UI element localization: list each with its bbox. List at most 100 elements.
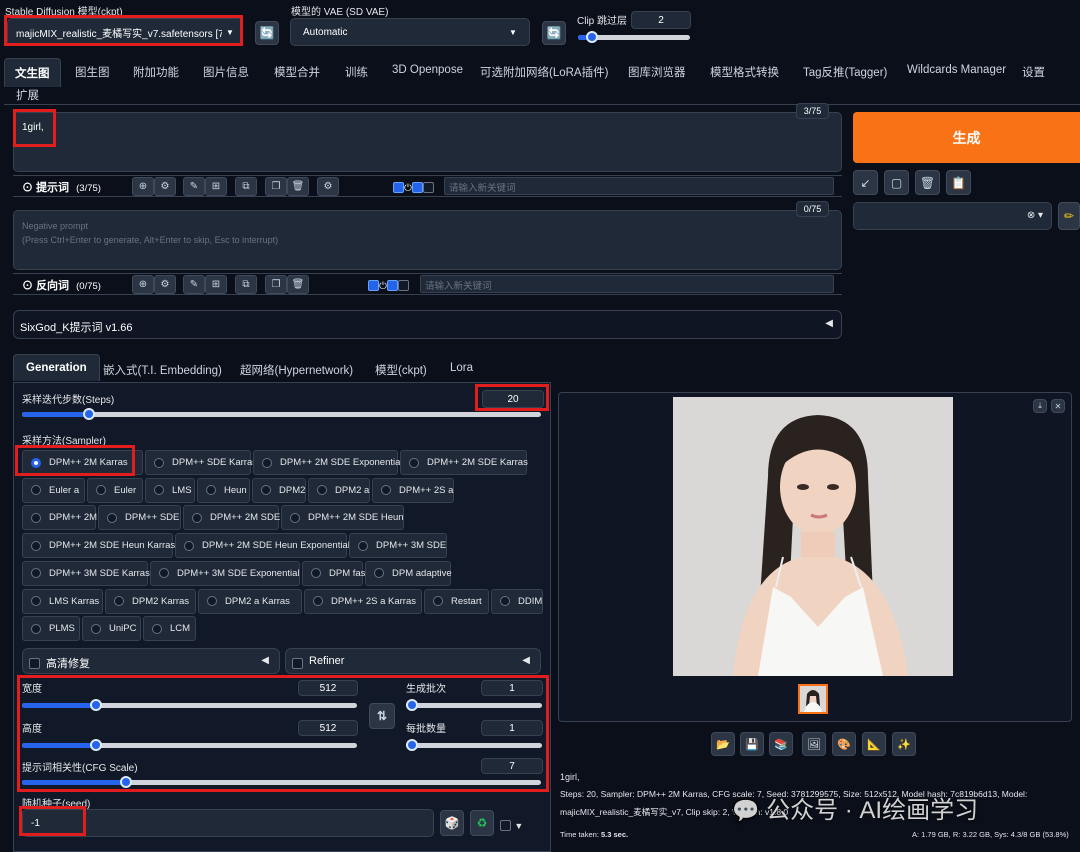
copy-icon[interactable]: ⧉ — [235, 177, 257, 196]
radio-dot[interactable] — [261, 485, 271, 496]
sparkle-button[interactable]: ✨ — [892, 732, 916, 756]
recycle-button[interactable]: ♻ — [470, 810, 494, 836]
hires-accordion[interactable]: 高清修复 ◀ — [22, 648, 280, 674]
refresh-vae-button[interactable]: 🔄 — [542, 21, 566, 45]
radio-dot[interactable] — [159, 568, 169, 579]
settings-icon[interactable]: ⚙ — [317, 177, 339, 196]
steps-input[interactable]: 20 — [482, 390, 544, 408]
sampler-option[interactable]: DPM++ 2M Karras — [22, 450, 143, 475]
globe-icon[interactable]: ⊕ — [132, 275, 154, 294]
tab-lora[interactable]: Lora — [450, 362, 473, 374]
batch-count-input[interactable]: 1 — [481, 680, 543, 696]
radio-dot[interactable] — [500, 596, 510, 606]
tab-hypernetwork[interactable]: 超网络(Hypernetwork) — [240, 362, 353, 378]
sampler-option[interactable]: DPM++ 2M SDE — [183, 505, 280, 531]
sampler-option[interactable]: DPM++ 2M SDE Heun Karras — [22, 533, 175, 559]
radio-dot[interactable] — [107, 512, 117, 523]
prompt-toolbar-title[interactable]: ⊙ 提示词 (3/75) — [22, 179, 101, 195]
steps-slider[interactable] — [22, 408, 541, 420]
trash-icon[interactable]: 🗑 — [287, 177, 309, 196]
tab-settings[interactable]: 设置 — [1022, 64, 1045, 80]
clear-button[interactable]: ▢ — [884, 170, 909, 195]
steps-slider-knob[interactable] — [83, 408, 95, 420]
sampler-option[interactable]: DPM++ 2M SDE Exponential — [253, 450, 403, 475]
sampler-option[interactable]: LMS Karras — [22, 588, 103, 614]
refiner-accordion[interactable]: Refiner ◀ — [285, 648, 541, 674]
clip-input[interactable]: 2 — [631, 11, 691, 29]
sampler-option[interactable]: DPM2 a Karras — [198, 588, 302, 614]
negative-keyword-input[interactable]: 请输入新关键词 — [420, 275, 834, 293]
sampler-option[interactable]: DPM adaptive — [365, 560, 452, 586]
cfg-slider[interactable] — [22, 776, 541, 788]
tab-embedding[interactable]: 嵌入式(T.I. Embedding) — [103, 362, 222, 378]
thumbnail[interactable] — [798, 684, 828, 714]
radio-dot[interactable] — [96, 485, 106, 496]
tab-ckpt[interactable]: 模型(ckpt) — [375, 362, 427, 378]
tab-tagger[interactable]: Tag反推(Tagger) — [803, 64, 887, 80]
radio-dot[interactable] — [311, 568, 321, 579]
radio-dot[interactable] — [31, 623, 41, 634]
height-slider-knob[interactable] — [90, 739, 102, 751]
hires-checkbox[interactable] — [29, 658, 40, 670]
trash-button[interactable]: 🗑 — [915, 170, 940, 195]
radio-dot[interactable] — [262, 457, 272, 468]
bookmark-icon[interactable]: ⊞ — [205, 275, 227, 294]
refiner-checkbox[interactable] — [292, 658, 303, 670]
tab-extras[interactable]: 附加功能 — [133, 64, 179, 80]
tab-gallery[interactable]: 图库浏览器 — [628, 64, 686, 80]
sampler-option[interactable]: DPM++ 2M SDE Karras — [400, 450, 528, 475]
refresh-model-button[interactable]: 🔄 — [255, 21, 279, 45]
sampler-option[interactable]: DPM++ 2S a — [372, 477, 454, 503]
cfg-slider-knob[interactable] — [120, 776, 132, 788]
clip-slider[interactable] — [578, 31, 690, 43]
radio-dot[interactable] — [313, 596, 323, 606]
sampler-option[interactable]: DPM++ 2M SDE Heun Exponential — [175, 533, 350, 559]
radio-dot[interactable] — [184, 540, 194, 551]
sampler-option[interactable]: Heun — [197, 477, 250, 503]
prompt-checkboxes[interactable]: ⏻ — [393, 180, 434, 194]
radio-dot[interactable] — [31, 457, 41, 468]
sampler-option[interactable]: Euler — [87, 477, 143, 503]
sampler-option[interactable]: DPM2 a — [308, 477, 370, 503]
radio-dot[interactable] — [31, 485, 41, 496]
trash-icon[interactable]: 🗑 — [287, 275, 309, 294]
vae-select[interactable]: Automatic ▼ — [290, 18, 530, 46]
width-slider-knob[interactable] — [90, 699, 102, 711]
radio-dot[interactable] — [409, 457, 419, 468]
model-select[interactable]: majicMIX_realistic_麦橘写实_v7.safetensors [… — [7, 18, 243, 46]
batch-size-slider-knob[interactable] — [406, 739, 418, 751]
sampler-option[interactable]: DPM++ SDE — [98, 505, 181, 531]
tab-lora-addon[interactable]: 可选附加网络(LoRA插件) — [480, 64, 608, 80]
send-to-img2img-button[interactable]: 🖼 — [802, 732, 826, 756]
sampler-option[interactable]: DPM2 Karras — [105, 588, 196, 614]
radio-dot[interactable] — [358, 540, 368, 551]
sampler-option[interactable]: Restart — [424, 588, 489, 614]
tab-txt2img[interactable]: 文生图 — [4, 58, 61, 87]
dice-button[interactable]: 🎲 — [440, 810, 464, 836]
tab-openpose[interactable]: 3D Openpose — [392, 64, 463, 76]
clipboard-button[interactable]: 📋 — [946, 170, 971, 195]
tab-extensions[interactable]: 扩展 — [16, 87, 39, 103]
save-button[interactable]: 💾 — [740, 732, 764, 756]
sampler-option[interactable]: Euler a — [22, 477, 85, 503]
seed-input[interactable]: -1 — [22, 809, 434, 837]
batch-count-slider[interactable] — [406, 699, 542, 711]
radio-dot[interactable] — [381, 485, 391, 496]
tab-model-convert[interactable]: 模型格式转换 — [710, 64, 779, 80]
sampler-option[interactable]: DPM++ 3M SDE Karras — [22, 560, 150, 586]
globe-icon[interactable]: ⊕ — [132, 177, 154, 196]
radio-dot[interactable] — [317, 485, 327, 496]
send-to-extras-button[interactable]: 📐 — [862, 732, 886, 756]
tab-png-info[interactable]: 图片信息 — [203, 64, 249, 80]
download-button[interactable]: ⤓ — [1033, 399, 1047, 413]
generate-button[interactable]: 生成 — [853, 112, 1080, 163]
clipboard-icon[interactable]: ❐ — [265, 177, 287, 196]
sampler-option[interactable]: UniPC — [82, 616, 141, 642]
width-input[interactable]: 512 — [298, 680, 358, 696]
negative-checkboxes[interactable]: ⏻ — [368, 278, 409, 292]
bookmark-icon[interactable]: ⊞ — [205, 177, 227, 196]
copy-icon[interactable]: ⧉ — [235, 275, 257, 294]
sampler-option[interactable]: PLMS — [22, 616, 80, 642]
sampler-option[interactable]: DPM++ 3M SDE — [349, 533, 447, 559]
sampler-option[interactable]: DPM++ 3M SDE Exponential — [150, 560, 300, 586]
